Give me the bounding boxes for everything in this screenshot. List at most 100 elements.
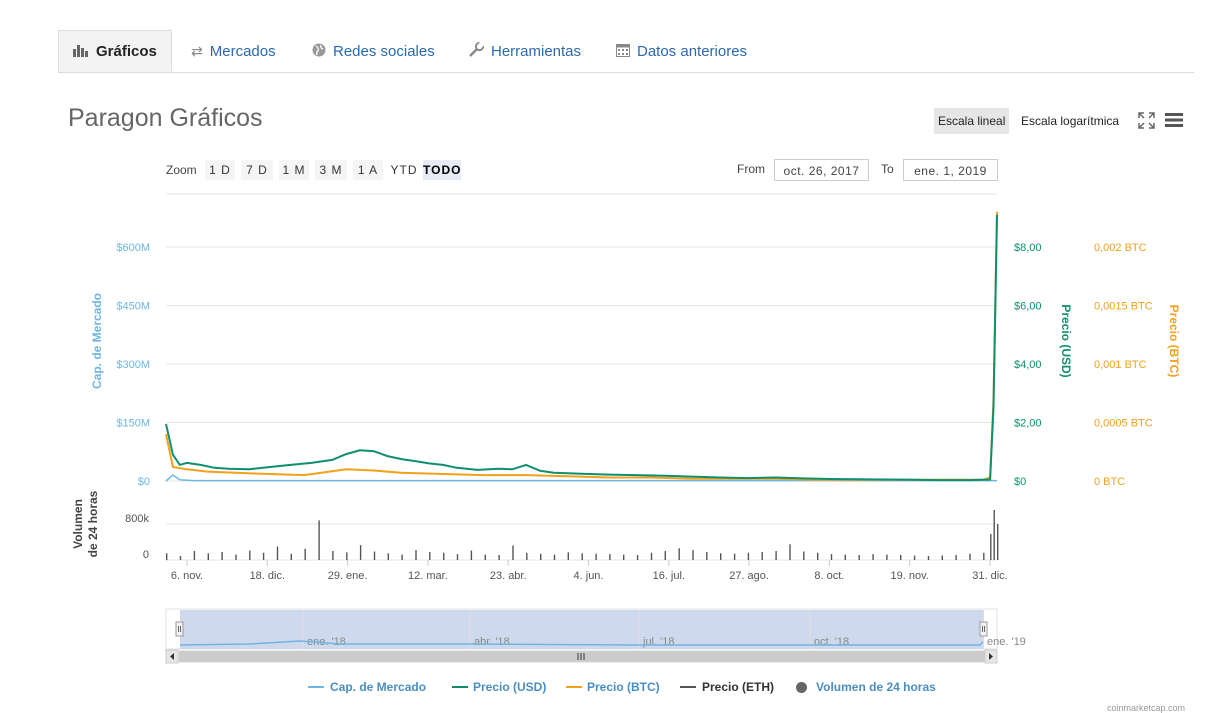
market-cap-axis-title: Cap. de Mercado bbox=[90, 293, 104, 389]
tab-mercados[interactable]: ⇄ Mercados bbox=[191, 30, 276, 72]
credit-link[interactable]: coinmarketcap.com bbox=[1107, 703, 1185, 713]
legend-item-market-cap[interactable]: Cap. de Mercado bbox=[308, 679, 426, 695]
price-usd-tick-label: $4,00 bbox=[1014, 359, 1042, 371]
zoom-1a-button[interactable]: 1 A bbox=[353, 160, 383, 180]
price-btc-tick-label: 0 BTC bbox=[1094, 476, 1125, 488]
x-tick-label: 16. jul. bbox=[653, 570, 685, 582]
x-tick-label: 6. nov. bbox=[171, 570, 203, 582]
legend-item-price-eth[interactable]: Precio (ETH) bbox=[680, 679, 774, 695]
tab-label: Gráficos bbox=[96, 42, 157, 60]
volume-bar bbox=[927, 556, 930, 560]
zoom-todo-button[interactable]: TODO bbox=[423, 160, 461, 180]
navigator-handle bbox=[979, 621, 988, 637]
volume-bar bbox=[443, 552, 445, 560]
navigator-selection bbox=[180, 610, 984, 649]
x-tick-label: 18. dic. bbox=[250, 570, 285, 582]
volume-bar bbox=[955, 555, 957, 560]
legend-item-price-btc[interactable]: Precio (BTC) bbox=[566, 679, 660, 695]
volume-bar bbox=[761, 551, 763, 560]
volume-bar bbox=[595, 553, 597, 560]
legend-label: Cap. de Mercado bbox=[330, 680, 427, 694]
volume-axis-title-2: de 24 horas bbox=[86, 490, 100, 557]
price-btc-tick-label: 0,002 BTC bbox=[1094, 242, 1147, 254]
volume-bar bbox=[262, 552, 265, 560]
volume-bar bbox=[221, 551, 223, 560]
price-usd-axis-title: Precio (USD) bbox=[1059, 304, 1073, 377]
volume-bar bbox=[844, 554, 846, 560]
volume-bar bbox=[789, 544, 791, 561]
navigator-label: abr. '18 bbox=[474, 636, 510, 648]
volume-bar bbox=[456, 554, 459, 560]
scrollbar-track bbox=[166, 650, 997, 663]
range-to-label: To bbox=[881, 162, 894, 176]
volume-bar bbox=[969, 553, 971, 560]
zoom-ytd-button[interactable]: YTD bbox=[389, 160, 419, 180]
market-cap-tick-label: $300M bbox=[116, 359, 150, 371]
volume-bar bbox=[166, 553, 168, 561]
volume-tick-label: 800k bbox=[125, 513, 149, 525]
market-cap-tick-label: $600M bbox=[116, 242, 150, 254]
volume-bar bbox=[512, 545, 514, 560]
legend-dot-icon bbox=[796, 681, 807, 693]
volume-bar bbox=[900, 555, 902, 560]
volume-bar bbox=[415, 550, 417, 560]
volume-bar bbox=[567, 552, 569, 560]
linear-scale-button[interactable]: Escala lineal bbox=[934, 108, 1010, 134]
legend-label: Volumen de 24 horas bbox=[816, 680, 936, 694]
volume-bar bbox=[276, 546, 279, 560]
zoom-1m-button[interactable]: 1 M bbox=[279, 160, 309, 180]
tab-label: Mercados bbox=[209, 42, 276, 60]
legend-line-icon bbox=[452, 686, 468, 688]
tab-herramientas[interactable]: Herramientas bbox=[469, 30, 581, 72]
volume-bar bbox=[913, 555, 916, 560]
volume-bar bbox=[553, 554, 556, 560]
volume-bar bbox=[540, 553, 542, 560]
legend-item-price-usd[interactable]: Precio (USD) bbox=[452, 679, 546, 695]
volume-bar bbox=[664, 551, 666, 560]
wrench-icon bbox=[469, 41, 485, 60]
volume-bar bbox=[747, 552, 750, 560]
range-to-input[interactable]: ene. 1, 2019 bbox=[903, 159, 998, 181]
scrollbar-left-arrow-icon bbox=[170, 653, 174, 660]
tab-datos-anteriores[interactable]: Datos anteriores bbox=[616, 30, 747, 72]
volume-bar bbox=[470, 550, 473, 560]
x-tick-label: 12. mar. bbox=[408, 570, 448, 582]
navigator-handle bbox=[175, 621, 184, 637]
price-btc-line bbox=[165, 211, 998, 481]
volume-bar bbox=[983, 552, 985, 560]
price-usd-tick-label: $6,00 bbox=[1014, 301, 1042, 313]
tab-graficos[interactable]: Gráficos bbox=[58, 30, 172, 72]
x-tick-label: 27. ago. bbox=[729, 570, 769, 582]
volume-bar bbox=[993, 510, 995, 560]
legend-item-volume[interactable]: Volumen de 24 horas bbox=[796, 679, 936, 695]
tab-label: Redes sociales bbox=[333, 42, 435, 60]
volume-bar bbox=[775, 551, 777, 560]
scrollbar-thumb bbox=[179, 651, 985, 662]
navigator-label: ene. '19 bbox=[987, 636, 1026, 648]
volume-axis-title: Volumen bbox=[71, 499, 85, 549]
x-tick-label: 4. jun. bbox=[574, 570, 604, 582]
zoom-1d-button[interactable]: 1 D bbox=[205, 160, 235, 180]
tab-redes-sociales[interactable]: Redes sociales bbox=[312, 30, 435, 72]
fullscreen-icon[interactable] bbox=[1138, 112, 1155, 129]
volume-tick-label: 0 bbox=[143, 549, 149, 561]
menu-icon[interactable] bbox=[1165, 112, 1183, 128]
zoom-3m-button[interactable]: 3 M bbox=[315, 160, 347, 180]
volume-bar bbox=[193, 551, 196, 560]
volume-bar bbox=[179, 556, 182, 560]
volume-bar bbox=[304, 548, 306, 561]
volume-bar bbox=[332, 551, 334, 560]
log-scale-button[interactable]: Escala logarítmica bbox=[1017, 108, 1123, 134]
volume-bar bbox=[990, 533, 992, 560]
volume-bar bbox=[235, 554, 237, 560]
volume-bar bbox=[581, 553, 583, 561]
zoom-label: Zoom bbox=[166, 163, 197, 177]
volume-bar bbox=[830, 554, 833, 560]
scrollbar-right-arrow-icon bbox=[989, 653, 993, 660]
zoom-7d-button[interactable]: 7 D bbox=[241, 160, 273, 180]
x-tick-label: 8. oct. bbox=[814, 570, 844, 582]
range-from-label: From bbox=[737, 162, 765, 176]
volume-bar bbox=[886, 554, 888, 560]
volume-bar bbox=[997, 524, 999, 560]
range-from-input[interactable]: oct. 26, 2017 bbox=[774, 159, 869, 181]
